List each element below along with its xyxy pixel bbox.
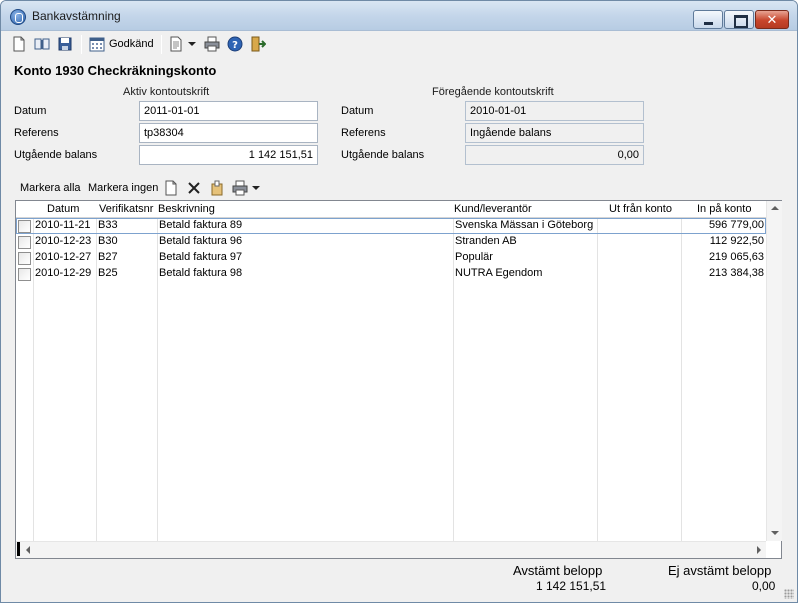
maximize-button[interactable] <box>724 10 754 29</box>
previous-reference-field: Ingående balans <box>465 123 644 143</box>
table-row[interactable]: 2010-12-29 B25 Betald faktura 98 NUTRA E… <box>16 266 766 282</box>
bank-reconciliation-window: Bankavstämning ✕ Godkänd ? Konto 1930 Ch… <box>0 0 798 603</box>
row-checkbox[interactable] <box>18 268 31 281</box>
cell-date: 2010-11-21 <box>35 219 91 231</box>
window-title: Bankavstämning <box>32 9 121 23</box>
cell-in: 213 384,38 <box>708 267 764 279</box>
horizontal-scrollbar[interactable] <box>16 541 766 558</box>
open-book-icon[interactable] <box>34 36 50 52</box>
row-checkbox[interactable] <box>18 236 31 249</box>
previous-date-label: Datum <box>341 105 374 117</box>
cell-date: 2010-12-23 <box>35 235 92 247</box>
column-header-out[interactable]: Ut från konto <box>609 203 672 215</box>
scroll-up-icon[interactable] <box>771 206 779 210</box>
active-reference-label: Referens <box>14 127 59 139</box>
cell-party: Svenska Mässan i Göteborg <box>455 219 594 231</box>
active-reference-input[interactable]: tp38304 <box>139 123 318 143</box>
delete-icon[interactable] <box>186 180 202 196</box>
previous-date-field: 2010-01-01 <box>465 101 644 121</box>
table-row[interactable]: 2010-12-23 B30 Betald faktura 96 Strande… <box>16 234 766 250</box>
minimize-button[interactable] <box>693 10 723 29</box>
toolbar-separator <box>161 35 162 54</box>
column-header-in[interactable]: In på konto <box>697 203 751 215</box>
close-icon: ✕ <box>766 12 778 27</box>
cell-voucher: B27 <box>98 251 118 263</box>
chevron-down-icon[interactable] <box>252 186 260 190</box>
previous-balance-label: Utgående balans <box>341 149 425 161</box>
unreconciled-amount-value: 0,00 <box>752 579 776 593</box>
table-row[interactable]: 2010-11-21 B33 Betald faktura 89 Svenska… <box>16 218 766 234</box>
column-header-party[interactable]: Kund/leverantör <box>454 203 532 215</box>
cell-voucher: B30 <box>98 235 118 247</box>
cell-description: Betald faktura 97 <box>159 251 243 263</box>
title-bar[interactable]: Bankavstämning ✕ <box>1 1 797 31</box>
approve-button[interactable]: Godkänd <box>109 38 154 50</box>
attach-icon[interactable] <box>209 180 225 196</box>
reconciled-amount-value: 1 142 151,51 <box>536 579 607 593</box>
active-balance-input[interactable]: 1 142 151,51 <box>139 145 318 165</box>
toolbar: Godkänd ? <box>1 32 797 56</box>
cell-description: Betald faktura 89 <box>159 219 243 231</box>
splitter-handle[interactable] <box>17 542 20 556</box>
table-row[interactable]: 2010-12-27 B27 Betald faktura 97 Populär… <box>16 250 766 266</box>
cell-date: 2010-12-27 <box>35 251 92 263</box>
active-balance-label: Utgående balans <box>14 149 98 161</box>
cell-voucher: B33 <box>98 219 118 231</box>
close-button[interactable]: ✕ <box>755 10 789 29</box>
scroll-left-icon[interactable] <box>26 546 30 554</box>
select-none-button[interactable]: Markera ingen <box>88 182 158 194</box>
chevron-down-icon[interactable] <box>188 42 196 46</box>
cell-party: Populär <box>455 251 493 263</box>
cell-party: NUTRA Egendom <box>455 267 543 279</box>
table-header: Datum Verifikatsnr Beskrivning Kund/leve… <box>16 201 766 218</box>
resize-grip-icon[interactable] <box>784 589 794 599</box>
help-icon[interactable]: ? <box>227 36 243 52</box>
reconciled-amount-label: Avstämt belopp <box>513 563 603 578</box>
print-icon[interactable] <box>204 36 220 52</box>
cell-description: Betald faktura 96 <box>159 235 243 247</box>
active-date-input[interactable]: 2011-01-01 <box>139 101 318 121</box>
toolbar-separator <box>81 35 82 54</box>
new-document-icon[interactable] <box>11 36 27 52</box>
app-logo-icon <box>10 9 26 25</box>
cell-in: 219 065,63 <box>708 251 764 263</box>
unreconciled-amount-label: Ej avstämt belopp <box>668 563 772 578</box>
column-header-date[interactable]: Datum <box>47 203 79 215</box>
transactions-table: Datum Verifikatsnr Beskrivning Kund/leve… <box>15 200 782 559</box>
active-date-label: Datum <box>14 105 47 117</box>
scroll-right-icon[interactable] <box>757 546 761 554</box>
calendar-icon[interactable] <box>89 36 105 52</box>
previous-balance-field: 0,00 <box>465 145 644 165</box>
row-checkbox[interactable] <box>18 252 31 265</box>
page-title: Konto 1930 Checkräkningskonto <box>14 63 217 78</box>
active-statement-title: Aktiv kontoutskrift <box>123 86 210 98</box>
previous-statement-title: Föregående kontoutskrift <box>432 86 554 98</box>
new-document-icon[interactable] <box>163 180 179 196</box>
column-header-description[interactable]: Beskrivning <box>158 203 215 215</box>
cell-voucher: B25 <box>98 267 118 279</box>
svg-text:?: ? <box>232 40 238 51</box>
cell-party: Stranden AB <box>455 235 517 247</box>
vertical-scrollbar[interactable] <box>766 201 782 541</box>
cell-in: 596 779,00 <box>708 219 764 231</box>
select-all-button[interactable]: Markera alla <box>20 182 81 194</box>
previous-reference-label: Referens <box>341 127 386 139</box>
print-icon[interactable] <box>232 180 248 196</box>
grid-toolbar: Markera alla Markera ingen <box>1 177 797 199</box>
cell-date: 2010-12-29 <box>35 267 92 279</box>
save-icon[interactable] <box>57 36 73 52</box>
exit-icon[interactable] <box>250 36 266 52</box>
row-checkbox[interactable] <box>18 220 31 233</box>
column-header-voucher[interactable]: Verifikatsnr <box>99 203 153 215</box>
cell-description: Betald faktura 98 <box>159 267 243 279</box>
page-icon[interactable] <box>168 36 184 52</box>
scroll-down-icon[interactable] <box>771 531 779 535</box>
cell-in: 112 922,50 <box>709 235 764 247</box>
